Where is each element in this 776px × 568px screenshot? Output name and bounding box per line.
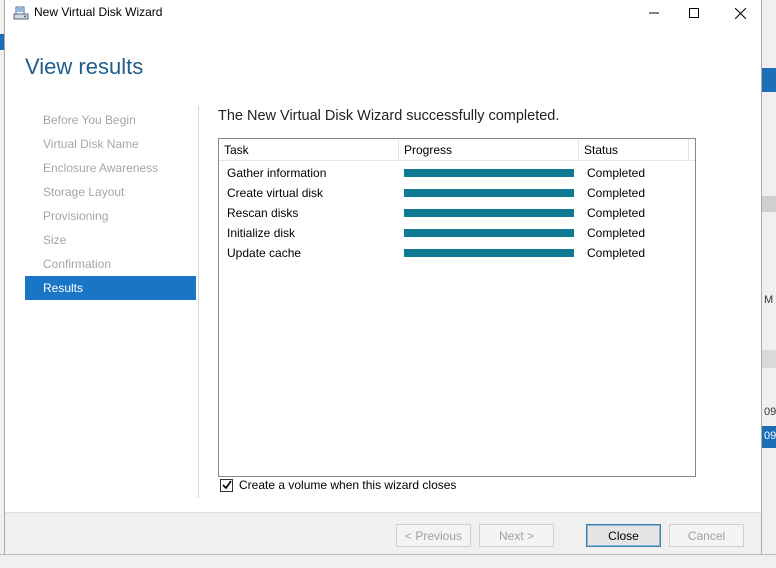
previous-button[interactable]: < Previous: [396, 524, 471, 547]
close-window-button[interactable]: [717, 0, 763, 26]
status-cell: Completed: [587, 166, 646, 180]
maximize-icon: [689, 8, 699, 18]
background-row: [762, 196, 776, 212]
table-header: Task Progress Status: [219, 139, 695, 161]
progress-bar: [404, 189, 574, 197]
title-bar[interactable]: New Virtual Disk Wizard: [5, 0, 761, 26]
maximize-button[interactable]: [671, 0, 717, 26]
disk-wizard-icon: [13, 5, 29, 21]
minimize-icon: [649, 12, 659, 14]
sidebar-item-enclosure-awareness: Enclosure Awareness: [43, 161, 159, 175]
task-cell: Create virtual disk: [227, 186, 324, 200]
cancel-button[interactable]: Cancel: [669, 524, 744, 547]
task-progress-table[interactable]: Task Progress Status Gather information …: [218, 138, 696, 477]
sidebar-item-before-you-begin: Before You Begin: [43, 113, 136, 127]
table-row[interactable]: Gather information Completed: [219, 163, 695, 183]
background-text: 09: [764, 430, 776, 442]
checkmark-icon: [221, 480, 232, 490]
sidebar-item-confirmation: Confirmation: [43, 257, 112, 271]
next-button[interactable]: Next >: [479, 524, 554, 547]
background-text: M: [764, 294, 774, 306]
status-cell: Completed: [587, 246, 646, 260]
table-row[interactable]: Rescan disks Completed: [219, 203, 695, 223]
background-row: [762, 350, 776, 368]
background-window-right: M 09 09: [762, 0, 776, 568]
background-window-bottom: [0, 554, 776, 568]
column-header-progress[interactable]: Progress: [399, 139, 579, 161]
column-header-status[interactable]: Status: [579, 139, 689, 161]
status-cell: Completed: [587, 206, 646, 220]
sidebar-item-size: Size: [43, 233, 67, 247]
column-header-task[interactable]: Task: [219, 139, 399, 161]
progress-bar: [404, 169, 574, 177]
background-text: 09: [764, 406, 776, 418]
progress-bar: [404, 209, 574, 217]
wizard-steps-nav: Before You Begin Virtual Disk Name Enclo…: [25, 108, 196, 300]
wizard-footer: < Previous Next > Close Cancel: [5, 512, 761, 554]
task-cell: Rescan disks: [227, 206, 299, 220]
task-cell: Initialize disk: [227, 226, 296, 240]
table-row[interactable]: Initialize disk Completed: [219, 223, 695, 243]
close-icon: [734, 7, 746, 19]
progress-bar: [404, 249, 574, 257]
table-row[interactable]: Create virtual disk Completed: [219, 183, 695, 203]
page-title: View results: [25, 54, 144, 79]
background-header-strip: [762, 68, 776, 92]
sidebar-item-storage-layout: Storage Layout: [43, 185, 125, 199]
window-title: New Virtual Disk Wizard: [34, 5, 163, 19]
table-row[interactable]: Update cache Completed: [219, 243, 695, 263]
result-headline: The New Virtual Disk Wizard successfully…: [218, 108, 560, 124]
wizard-dialog: New Virtual Disk Wizard View results Bef…: [4, 0, 762, 554]
sidebar-item-virtual-disk-name: Virtual Disk Name: [43, 137, 139, 151]
task-cell: Gather information: [227, 166, 327, 180]
close-button[interactable]: Close: [586, 524, 661, 547]
create-volume-option[interactable]: Create a volume when this wizard closes: [220, 478, 456, 492]
create-volume-label[interactable]: Create a volume when this wizard closes: [239, 478, 456, 492]
status-cell: Completed: [587, 186, 646, 200]
task-cell: Update cache: [227, 246, 302, 260]
create-volume-checkbox[interactable]: [220, 478, 233, 492]
status-cell: Completed: [587, 226, 646, 240]
sidebar-item-provisioning: Provisioning: [43, 209, 109, 223]
sidebar-divider: [198, 106, 199, 498]
sidebar-item-results[interactable]: Results: [25, 276, 196, 300]
progress-bar: [404, 229, 574, 237]
